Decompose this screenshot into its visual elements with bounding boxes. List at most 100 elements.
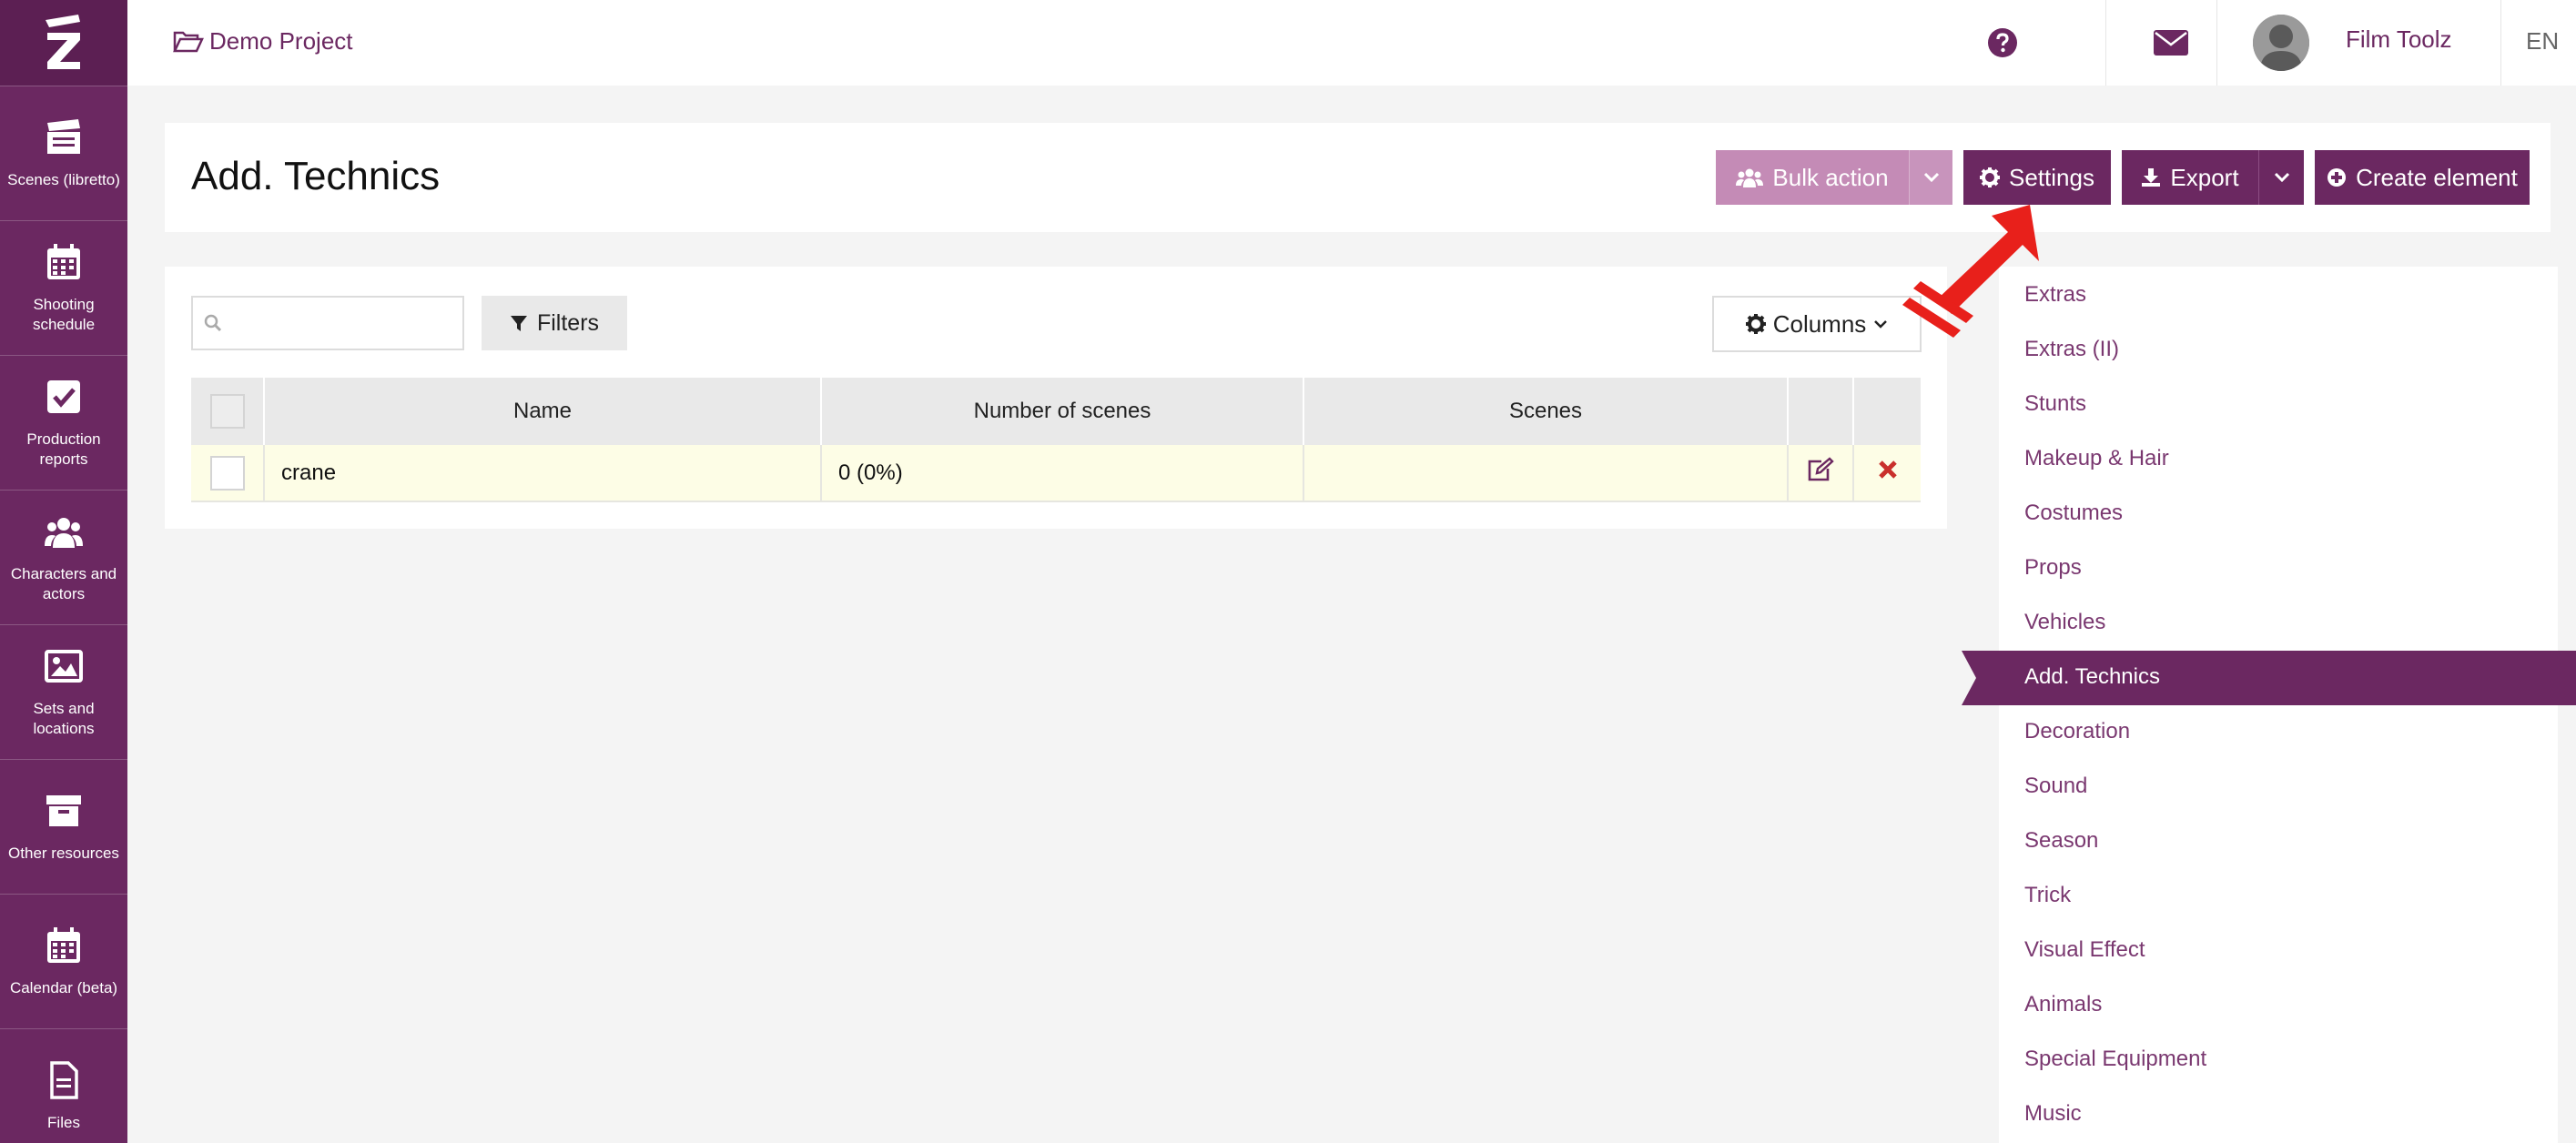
close-icon: [1878, 460, 1897, 479]
export-button[interactable]: Export: [2122, 150, 2258, 205]
sidebar-item-label: Production reports: [26, 430, 101, 468]
archive-icon: [46, 794, 81, 826]
sidebar-item-label: Other resources: [8, 844, 119, 862]
edit-button[interactable]: [1787, 445, 1853, 502]
edit-icon: [1808, 457, 1834, 481]
sidebar-item-label: Sets and locations: [33, 699, 95, 737]
create-element-label: Create element: [2356, 163, 2518, 191]
plus-circle-icon: [2328, 168, 2347, 187]
menu-item-special-equipment[interactable]: Special Equipment: [2024, 1047, 2206, 1072]
user-silhouette-icon: [2253, 15, 2309, 71]
active-menu-label: Add. Technics: [2024, 664, 2160, 689]
app-logo[interactable]: [0, 0, 127, 86]
menu-item-visual-effect[interactable]: Visual Effect: [2024, 937, 2145, 963]
users-icon: [1736, 168, 1764, 187]
sidebar-item-label: Files: [47, 1113, 80, 1131]
sidebar-item-calendar[interactable]: Calendar (beta): [0, 894, 127, 1028]
sidebar-item-files[interactable]: Files: [0, 1028, 127, 1143]
settings-label: Settings: [2009, 163, 2094, 191]
bulk-action-label: Bulk action: [1772, 163, 1889, 191]
topbar: Demo Project Film Toolz EN: [127, 0, 2576, 86]
divider: [2500, 0, 2501, 86]
project-name: Demo Project: [209, 27, 353, 55]
gear-icon: [1980, 167, 2001, 187]
bulk-action-dropdown-toggle[interactable]: [1909, 150, 1952, 205]
user-menu[interactable]: Film Toolz: [2253, 0, 2452, 86]
sidebar-item-label: Shooting schedule: [32, 295, 96, 333]
help-button[interactable]: [1975, 0, 2030, 86]
filters-button[interactable]: Filters: [482, 296, 627, 350]
sidebar-item-characters[interactable]: Characters and actors: [0, 490, 127, 624]
menu-item-vehicles[interactable]: Vehicles: [2024, 610, 2105, 635]
menu-item-props[interactable]: Props: [2024, 555, 2082, 581]
menu-item-trick[interactable]: Trick: [2024, 883, 2071, 908]
column-header-number-of-scenes[interactable]: Number of scenes: [820, 378, 1303, 445]
settings-button[interactable]: Settings: [1963, 150, 2111, 205]
row-checkbox[interactable]: [209, 455, 245, 491]
menu-item-decoration[interactable]: Decoration: [2024, 719, 2130, 744]
calendar-icon: [47, 243, 80, 279]
menu-item-music[interactable]: Music: [2024, 1101, 2082, 1127]
table-panel: Filters Columns Name Number of scenes Sc…: [165, 267, 1947, 529]
sidebar-item-production-reports[interactable]: Production reports: [0, 355, 127, 490]
select-all-cell: [191, 378, 264, 445]
search-input[interactable]: [233, 307, 451, 339]
column-header-name[interactable]: Name: [263, 378, 821, 445]
sidebar-item-other-resources[interactable]: Other resources: [0, 759, 127, 894]
row-select-cell: [191, 445, 264, 502]
filters-label: Filters: [536, 309, 600, 336]
active-indicator-notch: [1962, 651, 1976, 705]
filter-icon: [510, 316, 527, 331]
select-all-checkbox[interactable]: [209, 394, 245, 429]
delete-button[interactable]: [1852, 445, 1921, 502]
menu-item-makeup-hair[interactable]: Makeup & Hair: [2024, 446, 2169, 471]
file-icon: [50, 1060, 78, 1099]
divider: [2216, 0, 2217, 86]
sidebar-item-shooting-schedule[interactable]: Shooting schedule: [0, 220, 127, 355]
logo-icon: [46, 15, 80, 69]
column-header-edit: [1787, 378, 1853, 445]
image-icon: [45, 649, 83, 683]
chevron-down-icon: [1874, 319, 1888, 329]
red-arrow-annotation: [1902, 205, 2039, 338]
column-header-scenes[interactable]: Scenes: [1303, 378, 1788, 445]
chevron-down-icon: [2274, 172, 2289, 183]
search-icon: [204, 314, 222, 332]
column-header-delete: [1852, 378, 1921, 445]
project-link[interactable]: Demo Project: [173, 27, 353, 56]
table-row[interactable]: crane 0 (0%): [191, 445, 1921, 502]
create-element-button[interactable]: Create element: [2315, 150, 2530, 205]
users-icon: [45, 517, 83, 548]
sidebar-item-label: Characters and actors: [10, 564, 117, 602]
clapperboard-icon: [47, 118, 80, 154]
sidebar: Scenes (libretto) Shooting schedule Prod…: [0, 0, 127, 1143]
sidebar-item-scenes[interactable]: Scenes (libretto): [0, 86, 127, 220]
question-circle-icon: [1988, 28, 2017, 57]
menu-item-animals[interactable]: Animals: [2024, 992, 2102, 1017]
checkbox-icon: [47, 379, 80, 413]
menu-item-stunts[interactable]: Stunts: [2024, 391, 2086, 417]
cell-scenes: [1303, 445, 1788, 502]
menu-item-season[interactable]: Season: [2024, 828, 2098, 854]
export-dropdown-toggle[interactable]: [2258, 150, 2304, 205]
menu-item-add-technics[interactable]: Add. Technics: [1962, 651, 2576, 705]
menu-item-costumes[interactable]: Costumes: [2024, 501, 2123, 526]
user-name: Film Toolz: [2346, 25, 2452, 53]
messages-button[interactable]: [2135, 0, 2207, 86]
sidebar-item-label: Scenes (libretto): [7, 170, 120, 188]
avatar: [2253, 15, 2309, 71]
gear-icon: [1745, 314, 1766, 334]
calendar-icon: [47, 926, 80, 963]
divider: [2105, 0, 2106, 86]
table-header-row: Name Number of scenes Scenes: [191, 378, 1921, 445]
language-selector[interactable]: EN: [2526, 27, 2559, 56]
menu-item-sound[interactable]: Sound: [2024, 774, 2087, 799]
folder-open-icon: [173, 31, 204, 52]
columns-button[interactable]: Columns: [1712, 296, 1922, 352]
sidebar-item-sets-locations[interactable]: Sets and locations: [0, 624, 127, 759]
bulk-action-button[interactable]: Bulk action: [1716, 150, 1909, 205]
download-icon: [2142, 168, 2161, 187]
columns-label: Columns: [1772, 309, 1867, 338]
cell-name[interactable]: crane: [263, 445, 821, 502]
search-field[interactable]: [191, 296, 464, 350]
